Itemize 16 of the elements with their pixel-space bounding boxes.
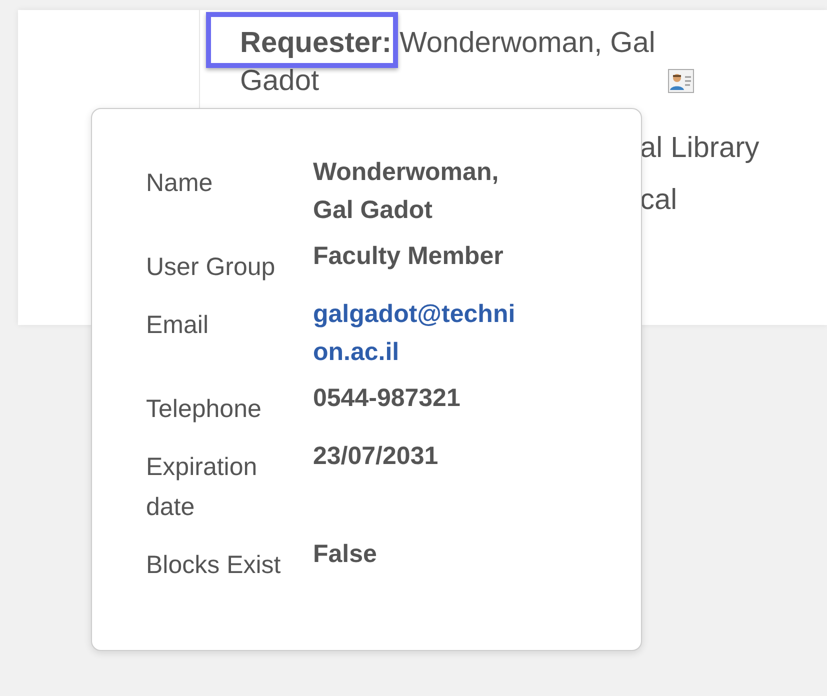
field-value: False: [313, 539, 378, 570]
field-label: Email: [146, 310, 210, 341]
detail-text: al Library: [640, 132, 760, 164]
field-label: Telephone: [146, 394, 262, 425]
field-value: 23/07/2031: [313, 441, 440, 472]
field-label: Blocks Exist: [146, 550, 282, 581]
field-value: Wonderwoman, Gal Gadot: [313, 157, 500, 226]
field-label: User Group: [146, 252, 276, 283]
detail-text: cal: [640, 184, 678, 216]
field-label: Expiration date: [146, 452, 258, 523]
contact-card-icon[interactable]: [668, 69, 694, 93]
field-value: Faculty Member: [313, 241, 504, 272]
field-value: 0544-987321: [313, 383, 462, 414]
field-label: Name: [146, 168, 214, 199]
requester-text: Requester: Wonderwoman, Gal Gadot: [240, 26, 656, 99]
email-link[interactable]: galgadot@technion.ac.il: [313, 295, 523, 371]
